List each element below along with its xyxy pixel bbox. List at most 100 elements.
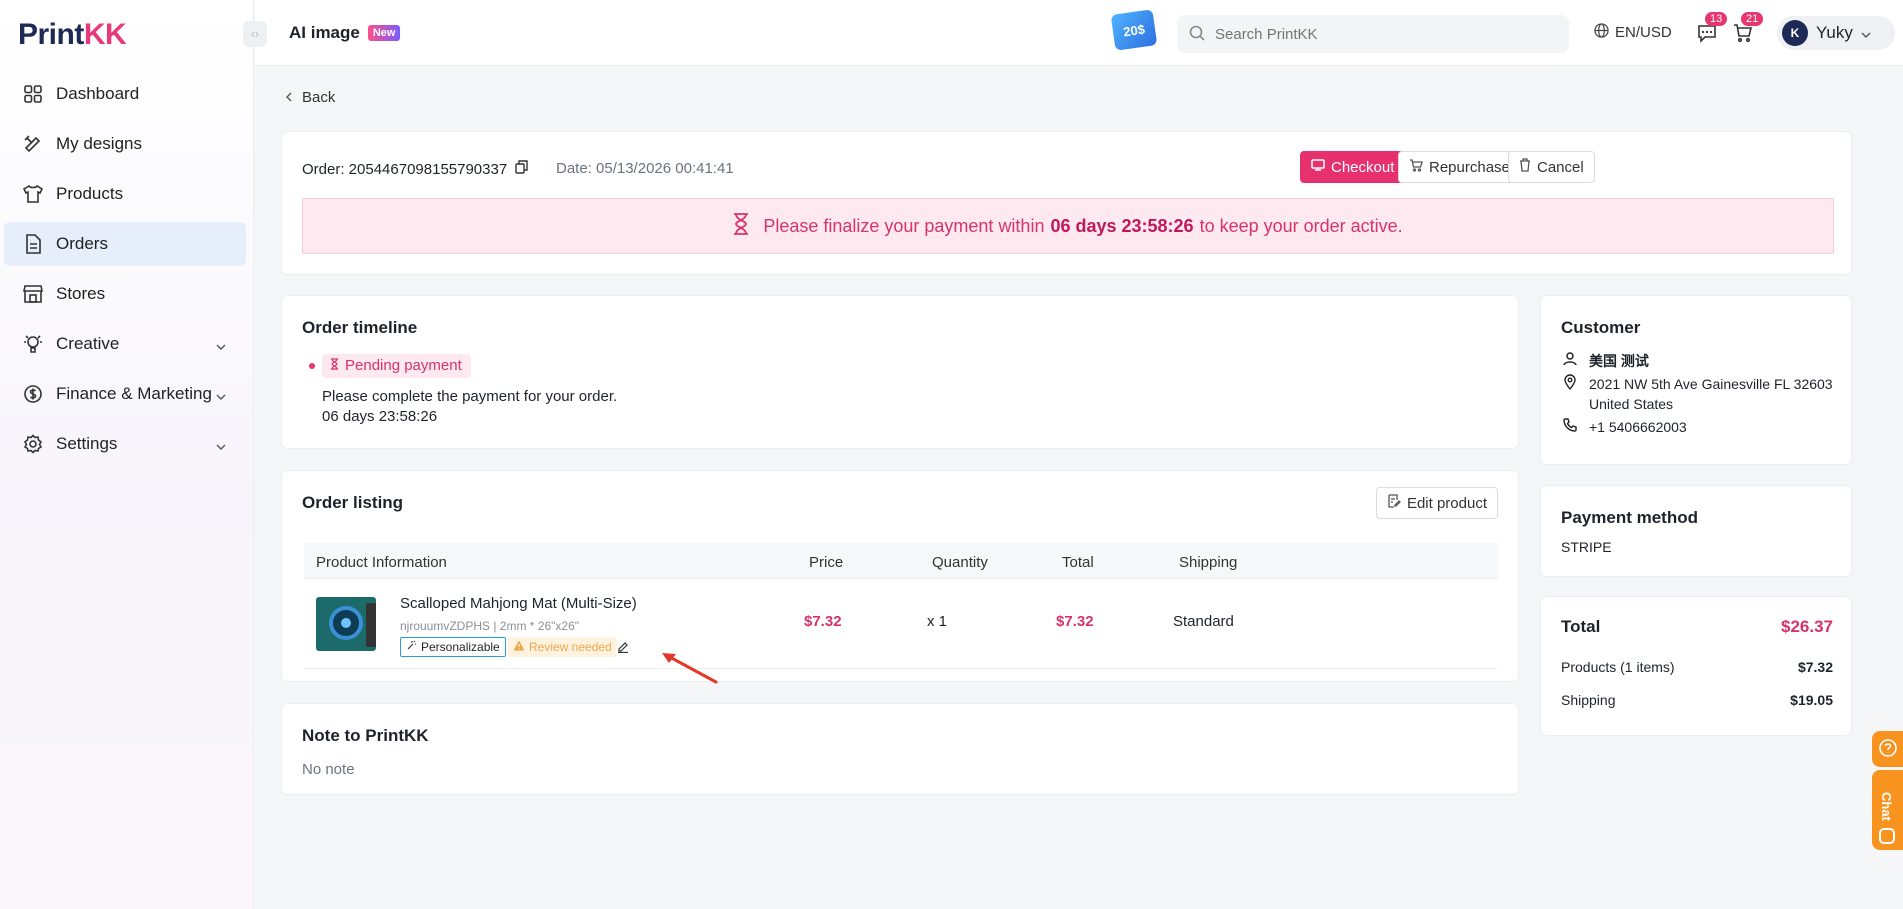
phone-icon	[1563, 417, 1577, 437]
payment-method-value: STRIPE	[1561, 539, 1612, 555]
back-link[interactable]: Back	[285, 89, 335, 106]
avatar: K	[1782, 20, 1808, 46]
messages-count-badge: 13	[1705, 12, 1728, 26]
help-icon	[1878, 738, 1898, 761]
products-value: $7.32	[1797, 659, 1833, 675]
edit-product-label: Edit product	[1406, 494, 1487, 512]
gear-icon	[22, 433, 44, 455]
search-bar[interactable]	[1177, 15, 1569, 53]
user-menu[interactable]: K Yuky	[1777, 16, 1895, 50]
user-icon	[1563, 351, 1577, 371]
product-thumbnail[interactable]	[316, 597, 376, 651]
repurchase-button[interactable]: Repurchase	[1398, 151, 1521, 183]
sidebar-item-label: Creative	[56, 334, 120, 353]
chevron-left-icon	[285, 89, 292, 106]
total-value: $26.37	[1781, 617, 1833, 636]
order-timeline-card: Order timeline Pending payment Please co…	[281, 295, 1519, 449]
sidebar-item-creative[interactable]: Creative	[4, 322, 246, 366]
customer-title: Customer	[1561, 318, 1641, 337]
sidebar-item-orders[interactable]: Orders	[4, 222, 246, 266]
tshirt-icon	[22, 183, 44, 205]
product-name[interactable]: Scalloped Mahjong Mat (Multi-Size)	[400, 595, 637, 612]
location-pin-icon	[1563, 374, 1577, 414]
order-listing-card: Order listing Edit product Product Infor…	[281, 470, 1519, 682]
sidebar-item-label: Settings	[56, 434, 118, 453]
sidebar-item-label: Finance & Marketing	[56, 384, 212, 403]
column-header: Quantity	[932, 554, 988, 571]
checkout-button[interactable]: Checkout	[1300, 151, 1406, 183]
chat-icon	[1879, 828, 1895, 844]
timeline-countdown: 06 days 23:58:26	[322, 408, 438, 425]
column-header: Total	[1062, 554, 1094, 571]
review-needed-label: Review needed	[529, 640, 612, 654]
cart-icon	[1409, 158, 1423, 176]
shipping-value: $19.05	[1790, 692, 1833, 708]
sidebar: PrintKK Dashboard My designs Products Or…	[0, 0, 254, 909]
help-button[interactable]	[1872, 731, 1903, 767]
note-title: Note to PrintKK	[302, 726, 429, 745]
column-header: Shipping	[1179, 554, 1238, 571]
sidebar-item-dashboard[interactable]: Dashboard	[4, 72, 246, 116]
alert-countdown: 06 days 23:58:26	[1050, 215, 1194, 236]
sidebar-item-finance-marketing[interactable]: Finance & Marketing	[4, 372, 246, 416]
design-tools-icon	[22, 133, 44, 155]
listing-title: Order listing	[302, 493, 404, 512]
review-needed-tag: Review needed	[508, 637, 617, 657]
product-variant: njrouumvZDPHS | 2mm * 26"x26"	[400, 619, 580, 633]
sidebar-collapse-button[interactable]: ‹›	[243, 21, 267, 47]
sidebar-item-products[interactable]: Products	[4, 172, 246, 216]
payment-method-card: Payment method STRIPE	[1540, 485, 1852, 577]
search-icon	[1189, 25, 1205, 44]
promo-coupon-icon[interactable]: 20$	[1110, 9, 1158, 51]
personalize-icon	[406, 640, 417, 654]
personalizable-label: Personalizable	[421, 640, 500, 654]
item-quantity: x 1	[927, 613, 948, 630]
checkout-label: Checkout	[1331, 158, 1395, 176]
copy-icon[interactable]	[515, 160, 528, 178]
timeline-dot	[309, 363, 315, 369]
order-date: Date: 05/13/2026 00:41:41	[556, 160, 734, 177]
cancel-button[interactable]: Cancel	[1508, 151, 1595, 183]
total-label: Total	[1561, 617, 1601, 636]
shipping-label: Shipping	[1561, 692, 1616, 708]
printkk-logo[interactable]: PrintKK	[18, 18, 127, 52]
order-number-text: Order: 2054467098155790337	[302, 160, 508, 178]
language-currency-selector[interactable]: EN/USD	[1594, 23, 1672, 42]
sidebar-item-label: Products	[56, 184, 124, 203]
customer-name: 美国 测试	[1589, 353, 1649, 369]
sidebar-item-stores[interactable]: Stores	[4, 272, 246, 316]
edit-pencil-icon[interactable]	[617, 640, 629, 657]
repurchase-label: Repurchase	[1429, 158, 1510, 176]
table-header: Product Information Price Quantity Total…	[304, 543, 1498, 579]
sidebar-item-settings[interactable]: Settings	[4, 422, 246, 466]
cancel-label: Cancel	[1537, 158, 1584, 176]
alert-text: Please finalize your payment within	[763, 215, 1045, 236]
top-header: AI image New 20$ EN/USD 13 21 K Yuky	[255, 0, 1903, 66]
note-text: No note	[302, 761, 355, 778]
cart-button[interactable]: 21	[1729, 12, 1764, 48]
personalizable-tag: Personalizable	[400, 637, 506, 657]
ai-image-link[interactable]: AI image New	[289, 23, 401, 43]
chat-button[interactable]: Chat	[1872, 770, 1903, 850]
timeline-message: Please complete the payment for your ord…	[322, 387, 617, 427]
order-header-card: Order: 2054467098155790337 Date: 05/13/2…	[281, 131, 1852, 275]
search-input[interactable]	[1215, 25, 1515, 43]
status-badge: Pending payment	[322, 354, 471, 378]
finance-icon	[22, 383, 44, 405]
edit-product-button[interactable]: Edit product	[1375, 487, 1498, 519]
payment-title: Payment method	[1561, 508, 1698, 527]
item-total: $7.32	[1056, 613, 1094, 630]
sidebar-item-label: Stores	[56, 284, 106, 303]
ai-image-label: AI image	[289, 23, 360, 42]
timeline-title: Order timeline	[302, 318, 418, 337]
back-label: Back	[302, 89, 336, 106]
globe-icon	[1594, 23, 1609, 42]
checkout-icon	[1311, 158, 1325, 176]
customer-phone-row: +1 5406662003	[1563, 417, 1687, 437]
messages-button[interactable]: 13	[1693, 12, 1728, 48]
chat-label: Chat	[1879, 792, 1894, 821]
orders-icon	[22, 233, 44, 255]
trash-icon	[1519, 158, 1531, 176]
item-shipping: Standard	[1173, 613, 1234, 630]
sidebar-item-my-designs[interactable]: My designs	[4, 122, 246, 166]
